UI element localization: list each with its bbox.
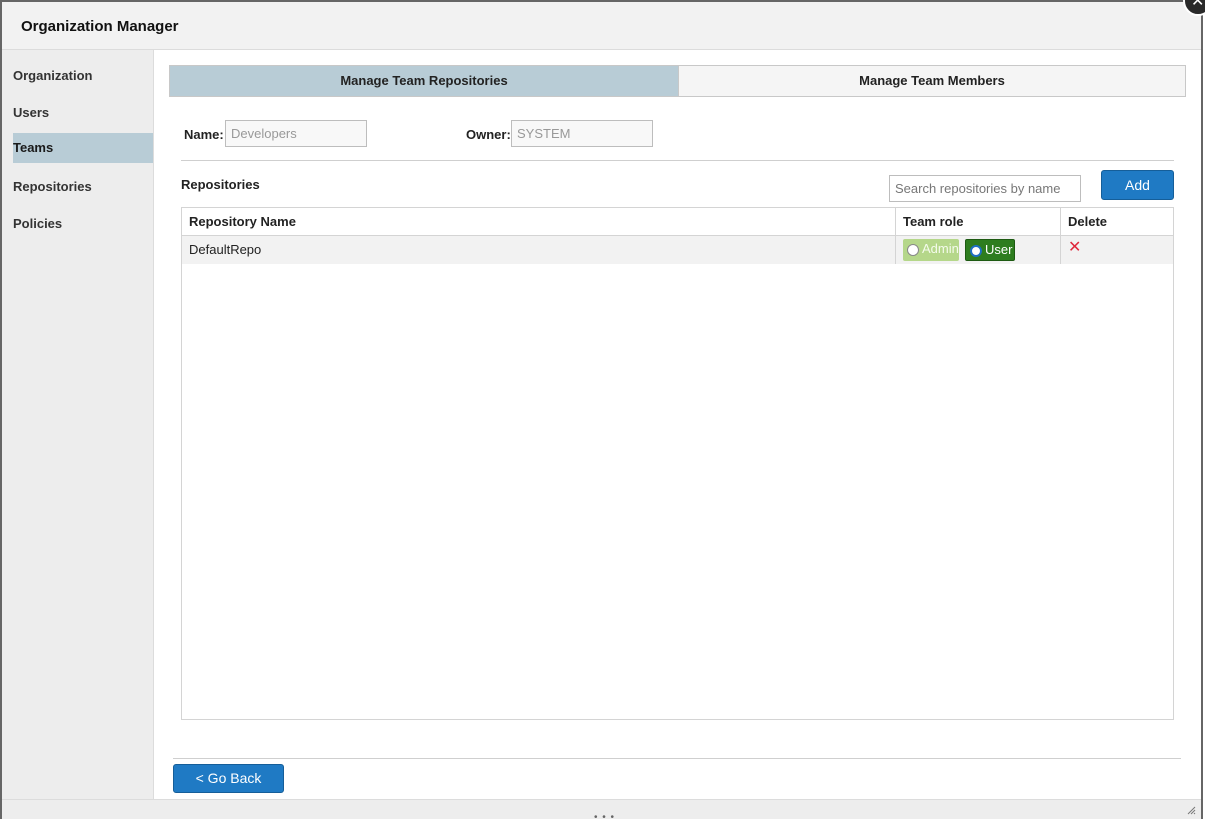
tab-manage-team-members[interactable]: Manage Team Members bbox=[678, 66, 1185, 96]
role-admin-button[interactable]: Admin bbox=[903, 239, 959, 261]
sidebar-item-teams[interactable]: Teams bbox=[13, 133, 153, 163]
table-header: Repository Name Team role Delete bbox=[182, 208, 1173, 236]
tab-bar: Manage Team Repositories Manage Team Mem… bbox=[169, 65, 1186, 97]
add-repository-button[interactable]: Add bbox=[1101, 170, 1174, 200]
team-role-cell: Admin User bbox=[895, 236, 1060, 264]
status-bar: • • • bbox=[2, 799, 1201, 821]
footer-divider bbox=[173, 758, 1181, 759]
delete-x-icon[interactable]: ✕ bbox=[1068, 240, 1081, 256]
column-delete[interactable]: Delete bbox=[1060, 208, 1173, 235]
role-user-label: User bbox=[985, 242, 1013, 257]
delete-cell: ✕ bbox=[1060, 236, 1173, 264]
drag-handle-icon[interactable]: • • • bbox=[594, 813, 615, 821]
sidebar-item-organization[interactable]: Organization bbox=[13, 61, 153, 91]
column-team-role[interactable]: Team role bbox=[895, 208, 1060, 235]
name-label: Name: bbox=[184, 127, 224, 142]
sidebar-item-repositories[interactable]: Repositories bbox=[13, 172, 153, 202]
repositories-table: Repository Name Team role Delete Default… bbox=[181, 207, 1174, 720]
sidebar: Organization Users Teams Repositories Po… bbox=[2, 50, 154, 800]
organization-manager-dialog: Organization Manager Organization Users … bbox=[0, 0, 1203, 821]
sidebar-item-users[interactable]: Users bbox=[13, 98, 153, 128]
team-name-field[interactable] bbox=[225, 120, 367, 147]
sidebar-item-policies[interactable]: Policies bbox=[13, 209, 153, 239]
column-repository-name[interactable]: Repository Name bbox=[182, 208, 895, 235]
go-back-button[interactable]: < Go Back bbox=[173, 764, 284, 793]
role-user-button[interactable]: User bbox=[965, 239, 1015, 261]
role-admin-label: Admin bbox=[922, 241, 959, 256]
owner-label: Owner: bbox=[466, 127, 511, 142]
search-repositories-input[interactable] bbox=[889, 175, 1081, 202]
repositories-section-title: Repositories bbox=[181, 177, 260, 192]
table-row[interactable]: DefaultRepo Admin User ✕ bbox=[182, 236, 1173, 264]
user-radio-icon[interactable] bbox=[970, 245, 982, 257]
divider bbox=[181, 160, 1174, 161]
dialog-header: Organization Manager bbox=[2, 2, 1201, 50]
dialog-title: Organization Manager bbox=[21, 18, 179, 35]
tab-manage-team-repositories[interactable]: Manage Team Repositories bbox=[170, 66, 678, 96]
team-owner-field[interactable] bbox=[511, 120, 653, 147]
repository-name-cell: DefaultRepo bbox=[189, 242, 262, 257]
resize-grip-icon[interactable] bbox=[1186, 805, 1196, 815]
admin-radio-icon[interactable] bbox=[907, 244, 919, 256]
